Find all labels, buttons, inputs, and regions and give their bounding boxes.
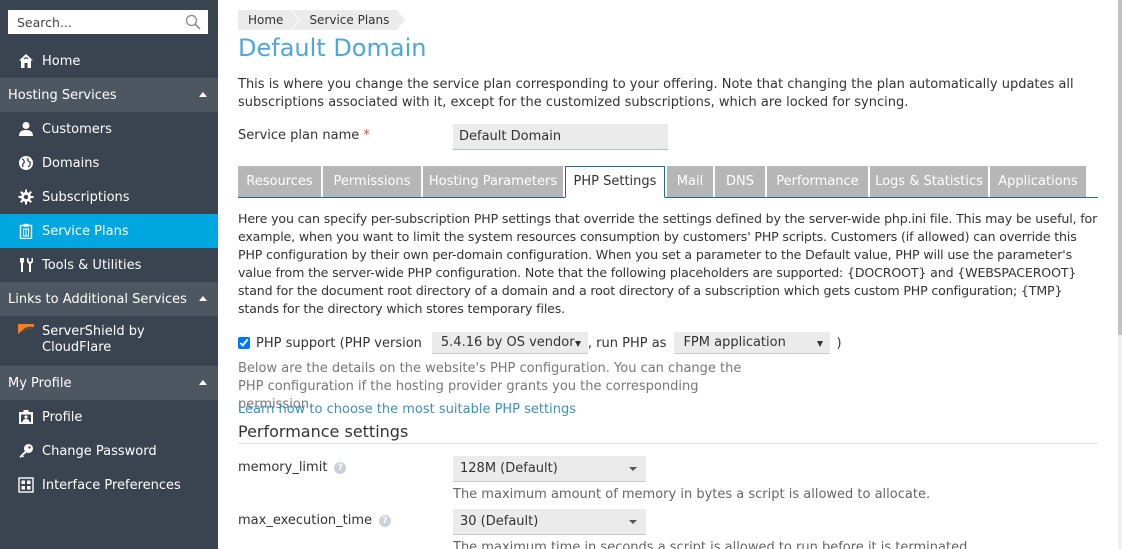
param-name: memory_limit <box>238 460 328 475</box>
run-php-as-label: , run PHP as <box>587 335 667 351</box>
sidebar-item-profile[interactable]: Profile <box>0 400 218 434</box>
profile-card-icon <box>17 408 35 426</box>
dropdown-arrow-icon[interactable] <box>618 456 646 481</box>
sidebar-item-label: Customers <box>42 121 112 137</box>
sidebar-item-customers[interactable]: Customers <box>0 112 218 146</box>
tools-icon <box>17 256 35 274</box>
intro-text: This is where you change the service pla… <box>238 77 1074 110</box>
php-support-label: PHP support (PHP version <box>256 335 422 351</box>
sidebar-item-label: Tools & Utilities <box>42 257 142 273</box>
cloudflare-icon <box>17 324 35 342</box>
collapse-caret-icon[interactable] <box>199 380 207 385</box>
sidebar-item-label: Interface Preferences <box>42 477 181 493</box>
sidebar-item-label: Profile <box>42 409 83 425</box>
clipboard-icon <box>17 222 35 240</box>
learn-php-settings-link[interactable]: Learn how to choose the most suitable PH… <box>238 402 576 417</box>
dropdown-arrow-icon <box>817 341 824 347</box>
sidebar-item-label: Change Password <box>42 443 157 459</box>
page-title: Default Domain <box>238 34 427 62</box>
collapse-caret-icon[interactable] <box>199 92 207 97</box>
breadcrumb: Home Service Plans <box>238 10 406 30</box>
sidebar-item-interface-preferences[interactable]: Interface Preferences <box>0 468 218 502</box>
tab-mail[interactable]: Mail <box>667 166 713 197</box>
tab-dns[interactable]: DNS <box>715 166 765 197</box>
close-paren: ) <box>836 335 842 351</box>
param-memory-limit-label: memory_limit ? <box>238 460 347 475</box>
param-value: 128M (Default) <box>460 461 558 476</box>
breadcrumb-service-plans[interactable]: Service Plans <box>293 10 406 30</box>
section-hosting-services[interactable]: Hosting Services <box>0 78 218 112</box>
collapse-caret-icon[interactable] <box>199 296 207 301</box>
page-scrollbar[interactable] <box>1118 0 1122 549</box>
tab-bar: Resources Permissions Hosting Parameters… <box>238 166 1098 198</box>
param-name: max_execution_time <box>238 513 373 528</box>
run-php-as-value: FPM application <box>683 335 786 350</box>
plan-name-label-text: Service plan name <box>238 128 360 143</box>
search-input[interactable] <box>8 10 178 34</box>
sidebar-item-label: Home <box>42 53 81 69</box>
max-execution-time-select[interactable]: 30 (Default) <box>453 509 646 535</box>
performance-settings-heading: Performance settings <box>238 422 1098 444</box>
sidebar: Home Hosting Services Customers Domains … <box>0 0 218 549</box>
gear-icon <box>17 188 35 206</box>
user-icon <box>17 120 35 138</box>
tab-performance[interactable]: Performance <box>767 166 868 197</box>
sidebar-item-tools-utilities[interactable]: Tools & Utilities <box>0 248 218 282</box>
sidebar-item-label: Subscriptions <box>42 189 130 205</box>
param-max-execution-time-label: max_execution_time ? <box>238 513 392 528</box>
section-my-profile[interactable]: My Profile <box>0 366 218 400</box>
grid-icon <box>17 476 35 494</box>
plan-name-input[interactable] <box>453 124 668 150</box>
php-support-checkbox[interactable] <box>238 337 250 349</box>
sidebar-item-change-password[interactable]: Change Password <box>0 434 218 468</box>
memory-limit-hint: The maximum amount of memory in bytes a … <box>453 487 931 502</box>
section-additional-services[interactable]: Links to Additional Services <box>0 282 218 316</box>
sidebar-item-servershield[interactable]: ServerShield by CloudFlare <box>0 316 218 366</box>
home-icon <box>17 52 35 70</box>
sidebar-item-label: Domains <box>42 155 100 171</box>
sidebar-item-label: Service Plans <box>42 223 129 239</box>
memory-limit-select[interactable]: 128M (Default) <box>453 456 646 482</box>
sidebar-item-service-plans[interactable]: Service Plans <box>0 214 218 248</box>
php-description: Here you can specify per-subscription PH… <box>238 211 1098 316</box>
help-icon[interactable]: ? <box>334 461 347 474</box>
search-box[interactable] <box>8 10 208 34</box>
section-title: Links to Additional Services <box>8 291 187 307</box>
help-icon[interactable]: ? <box>379 514 392 527</box>
tab-permissions[interactable]: Permissions <box>323 166 421 197</box>
dropdown-arrow-icon <box>574 341 581 347</box>
key-icon <box>17 442 35 460</box>
max-execution-time-hint: The maximum time in seconds a script is … <box>453 540 972 549</box>
sidebar-item-subscriptions[interactable]: Subscriptions <box>0 180 218 214</box>
php-support-row: PHP support (PHP version 5.4.16 by OS ve… <box>238 332 842 354</box>
globe-icon <box>17 154 35 172</box>
tab-resources[interactable]: Resources <box>238 166 321 197</box>
section-title: My Profile <box>8 375 72 391</box>
search-icon[interactable] <box>185 14 201 30</box>
dropdown-arrow-icon[interactable] <box>618 509 646 534</box>
run-php-as-select[interactable]: FPM application <box>674 332 831 354</box>
tab-logs-statistics[interactable]: Logs & Statistics <box>870 166 988 197</box>
sidebar-item-domains[interactable]: Domains <box>0 146 218 180</box>
tab-applications[interactable]: Applications <box>990 166 1086 197</box>
breadcrumb-home[interactable]: Home <box>238 10 301 30</box>
plan-name-label: Service plan name * <box>238 128 370 143</box>
scrollbar-thumb[interactable] <box>1118 0 1122 335</box>
tab-hosting-parameters[interactable]: Hosting Parameters <box>423 166 563 197</box>
tab-php-settings[interactable]: PHP Settings <box>565 166 665 198</box>
sidebar-item-home[interactable]: Home <box>0 44 218 78</box>
required-mark: * <box>363 128 370 143</box>
php-version-value: 5.4.16 by OS vendor <box>440 335 575 350</box>
param-value: 30 (Default) <box>460 514 539 529</box>
php-version-select[interactable]: 5.4.16 by OS vendor <box>431 332 588 354</box>
section-title: Hosting Services <box>8 87 117 103</box>
sidebar-item-label: ServerShield by CloudFlare <box>42 324 145 355</box>
